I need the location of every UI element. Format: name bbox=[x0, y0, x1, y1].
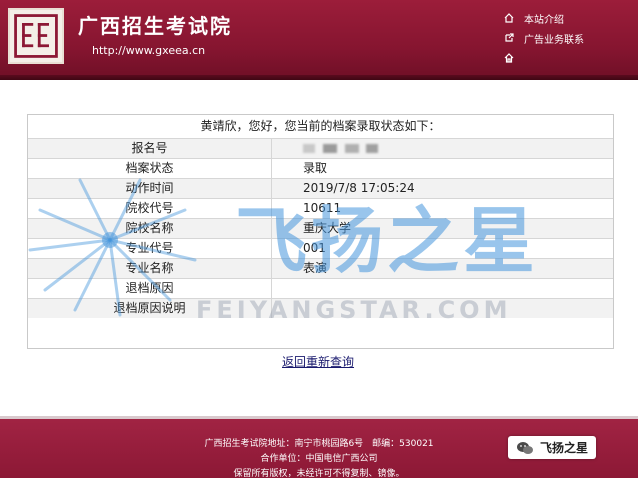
wechat-icon bbox=[516, 441, 534, 455]
link-icon bbox=[504, 33, 514, 43]
row-value: 录取 bbox=[303, 161, 328, 175]
registration-number-value bbox=[272, 139, 613, 158]
footer-rights: 保留所有版权，未经许可不得复制、镜像。 bbox=[233, 469, 405, 479]
logo-icon bbox=[14, 14, 58, 58]
site-url[interactable]: http://www.gxeea.cn bbox=[92, 44, 205, 57]
top-link-about[interactable]: 本站介绍 bbox=[504, 8, 584, 28]
wechat-badge: 飞扬之星 bbox=[508, 436, 597, 459]
site-header: 广西招生考试院 http://www.gxeea.cn 本站介绍 广告业务联系 bbox=[0, 0, 638, 80]
back-to-search-link[interactable]: 返回重新查询 bbox=[282, 353, 354, 370]
site-logo[interactable] bbox=[8, 8, 64, 64]
site-title: 广西招生考试院 bbox=[78, 14, 232, 38]
top-link-ads[interactable]: 广告业务联系 bbox=[504, 28, 584, 48]
table-row: 档案状态 录取 bbox=[28, 159, 613, 179]
table-row: 报名号 bbox=[28, 139, 613, 159]
redacted-block bbox=[303, 144, 315, 153]
top-links: 本站介绍 广告业务联系 bbox=[504, 8, 584, 68]
row-label: 报名号 bbox=[28, 139, 272, 158]
top-link-label: 广告业务联系 bbox=[524, 34, 584, 46]
top-link-home[interactable] bbox=[504, 48, 584, 68]
house-icon bbox=[504, 53, 514, 63]
watermark-en: FEIYANGSTAR.COM bbox=[196, 296, 512, 324]
redacted-block bbox=[322, 144, 337, 153]
redacted-block bbox=[344, 144, 359, 153]
watermark-cn: 飞扬之星 bbox=[235, 199, 540, 283]
redacted-block bbox=[366, 144, 379, 153]
top-link-label: 本站介绍 bbox=[524, 14, 564, 26]
home-icon bbox=[504, 13, 514, 23]
row-label: 档案状态 bbox=[28, 159, 272, 178]
greeting-text: 黄靖欣，您好，您当前的档案录取状态如下： bbox=[28, 115, 613, 139]
badge-label: 飞扬之星 bbox=[540, 441, 589, 455]
